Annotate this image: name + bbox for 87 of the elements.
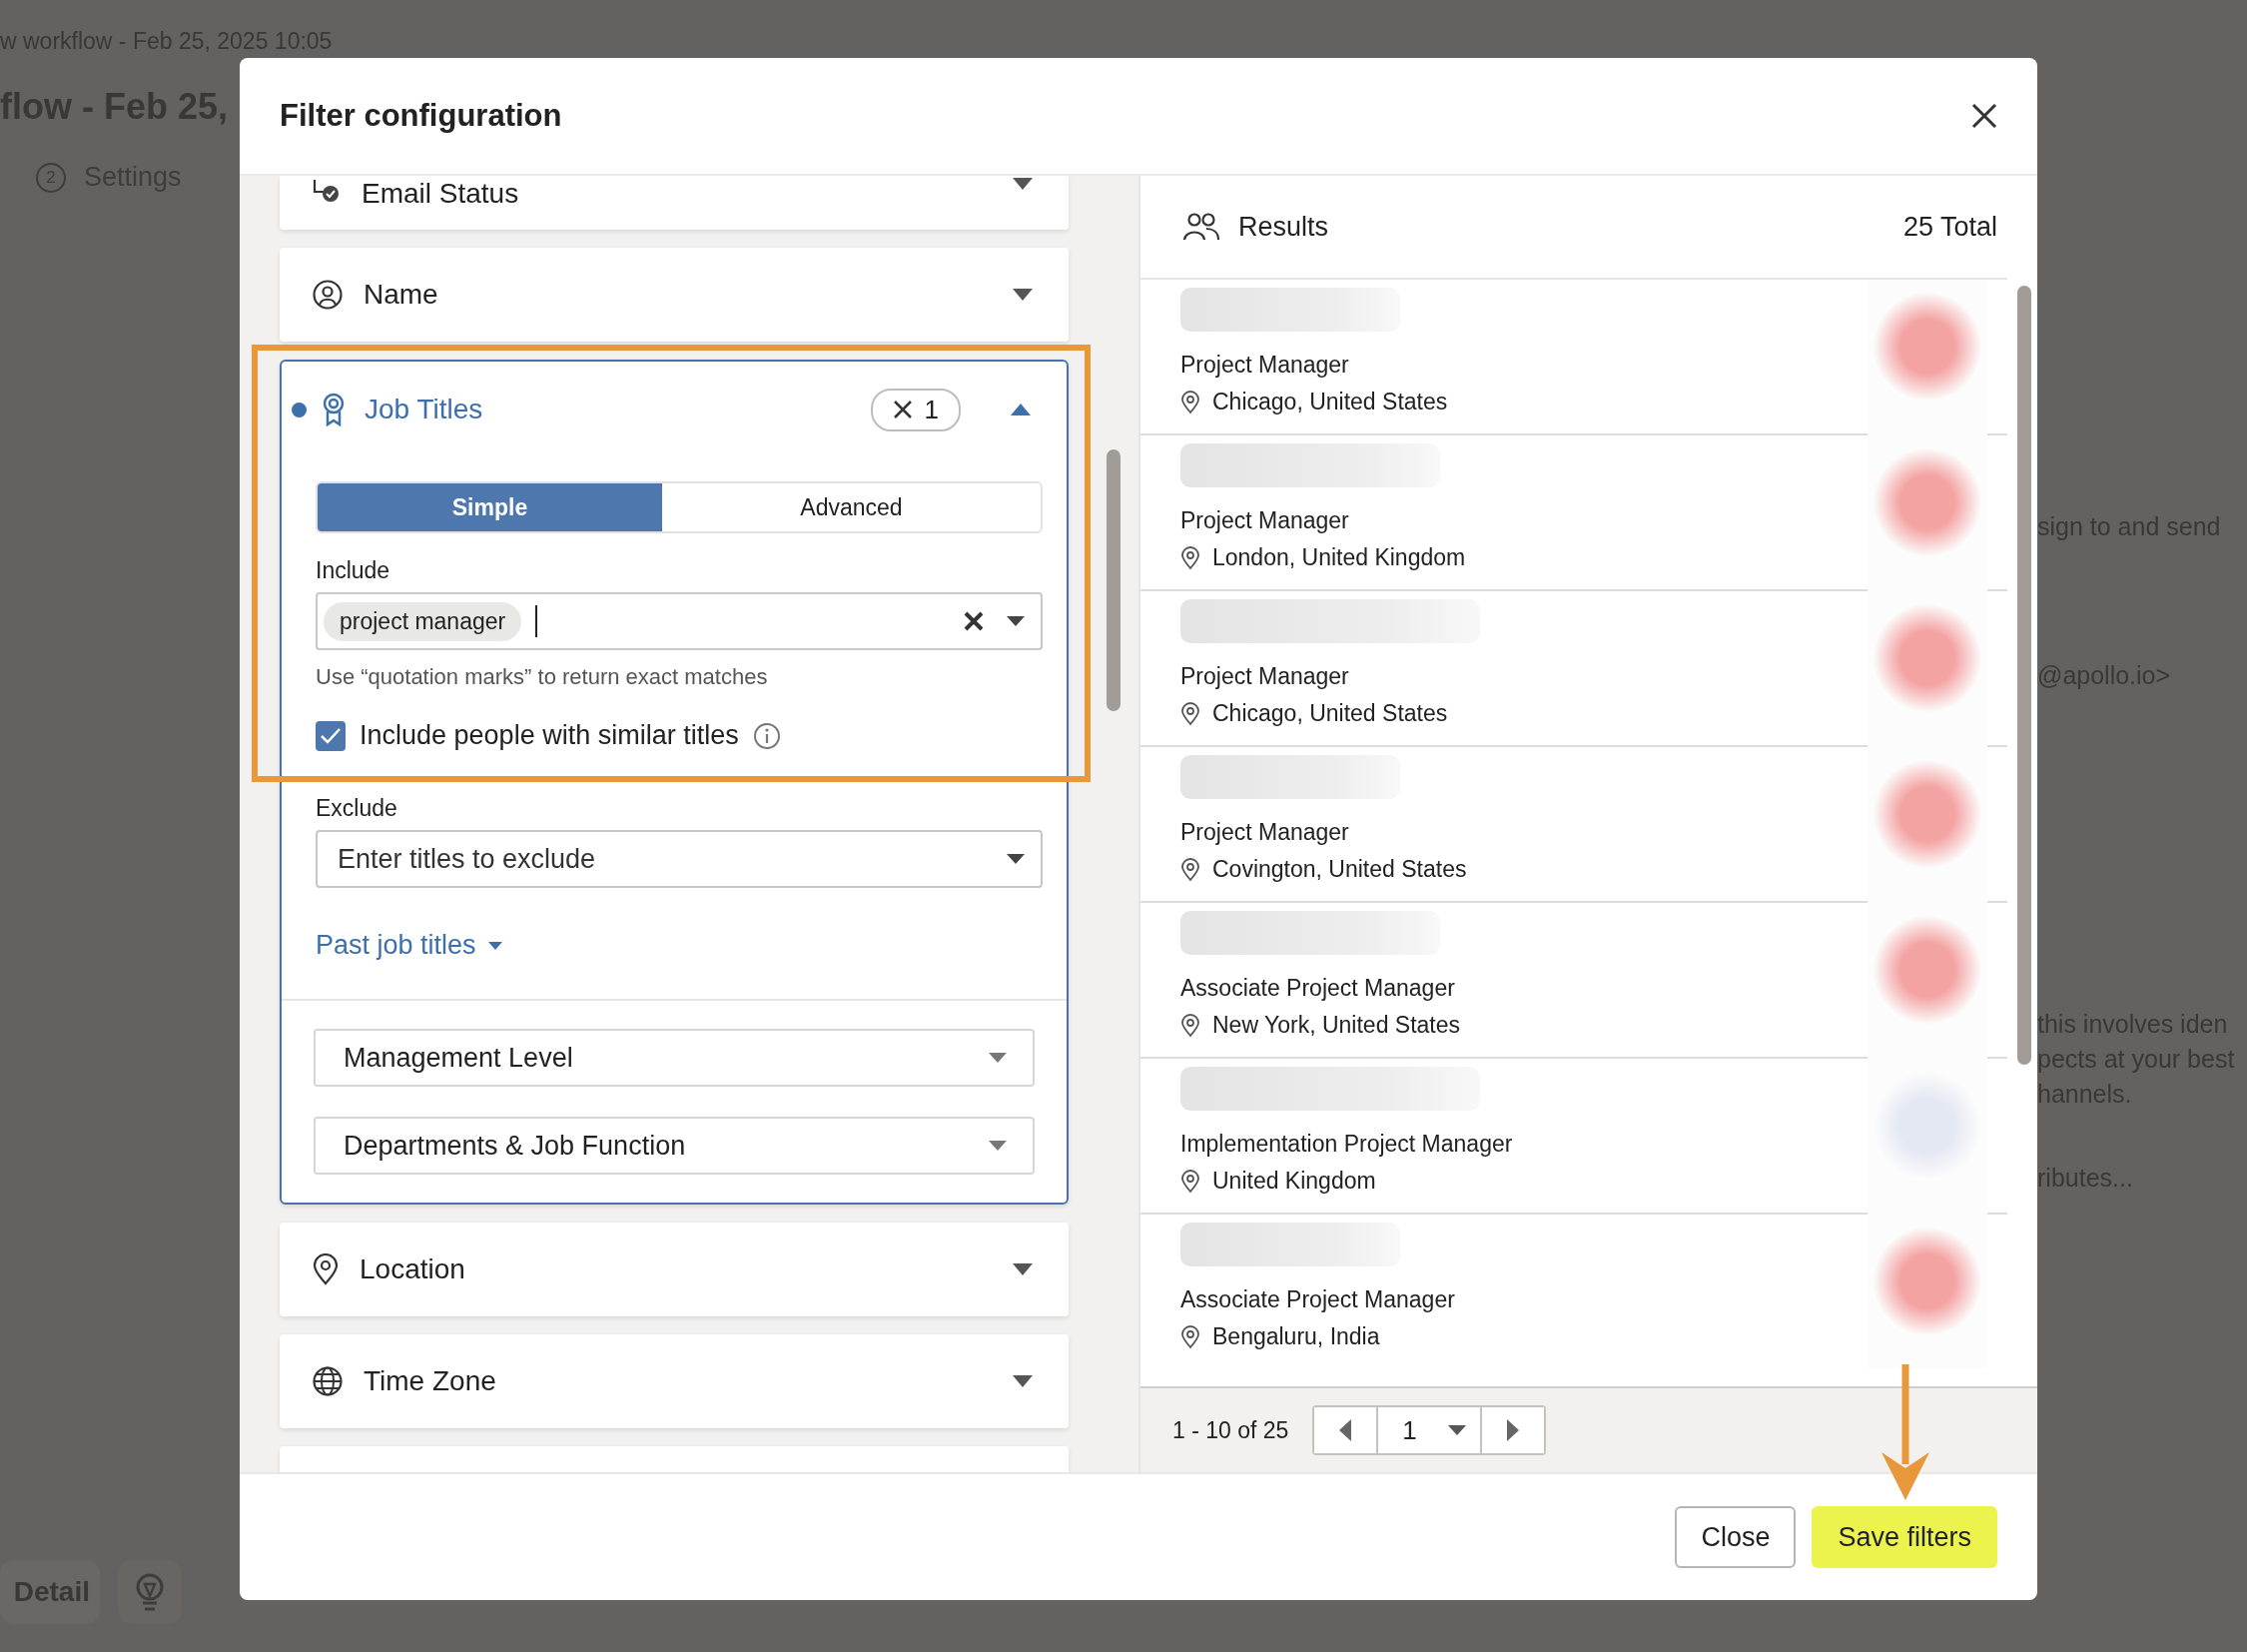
active-dot xyxy=(292,402,307,417)
pin-icon xyxy=(1180,1169,1200,1194)
pin-icon xyxy=(1180,1013,1200,1038)
info-icon[interactable] xyxy=(752,721,781,750)
filter-card[interactable]: Name xyxy=(280,248,1069,342)
dropdown-field[interactable]: Departments & Job Function xyxy=(314,1117,1035,1175)
caret-down-icon xyxy=(1448,1425,1467,1435)
results-title: Results xyxy=(1238,211,1329,243)
dropdown-field[interactable]: Management Level xyxy=(314,1029,1035,1087)
field-label: Exclude xyxy=(316,795,398,822)
location-text: Bengaluru, India xyxy=(1212,1323,1380,1350)
result-row[interactable]: Project Manager Chicago, United States xyxy=(1140,280,2007,435)
caret-down-icon xyxy=(1013,1375,1033,1387)
text-cursor xyxy=(535,605,538,637)
left-arrow-icon xyxy=(1339,1419,1352,1441)
pin-icon xyxy=(1180,545,1200,570)
person-icon xyxy=(312,279,344,311)
page-range: 1 - 10 of 25 xyxy=(1172,1416,1289,1444)
result-row[interactable]: Associate Project Manager Bengaluru, India xyxy=(1140,1215,2007,1368)
close-button[interactable]: Close xyxy=(1675,1506,1797,1568)
location-text: New York, United States xyxy=(1212,1012,1461,1039)
results-total: 25 Total xyxy=(1902,211,1997,243)
filter-card[interactable]: Location xyxy=(280,1223,1069,1316)
pin-icon xyxy=(1180,390,1200,414)
caret-down-icon xyxy=(1013,289,1033,301)
count-badge[interactable]: 1 xyxy=(870,388,961,431)
filter-card[interactable]: Time Zone xyxy=(280,1334,1069,1428)
filter-label: Email Status xyxy=(362,178,520,210)
close-icon xyxy=(1971,103,1997,129)
document-check-icon xyxy=(312,178,342,204)
caret-down-icon xyxy=(1013,178,1033,190)
job-title: Project Manager xyxy=(1180,819,1350,846)
filter-label: Time Zone xyxy=(364,1365,497,1397)
pin-icon xyxy=(1180,1324,1200,1349)
caret-down-icon xyxy=(487,941,502,950)
pin-icon xyxy=(1180,701,1200,726)
hint-text: Use “quotation marks” to return exact matches xyxy=(316,664,769,690)
caret-down-icon xyxy=(989,1141,1007,1151)
caret-up-icon[interactable] xyxy=(1011,404,1031,415)
pin-icon xyxy=(1180,857,1200,882)
caret-down-icon xyxy=(1013,1263,1033,1275)
job-title: Associate Project Manager xyxy=(1180,1286,1456,1313)
result-row[interactable]: Project Manager Chicago, United States xyxy=(1140,591,2007,747)
caret-down-icon xyxy=(989,1053,1007,1063)
include-field[interactable]: project manager xyxy=(316,592,1043,650)
clear-icon[interactable] xyxy=(963,610,985,632)
globe-icon xyxy=(312,1365,344,1397)
job-title: Project Manager xyxy=(1180,663,1350,690)
save-button[interactable]: Save filters xyxy=(1812,1506,1997,1568)
mode-tab[interactable]: Simple xyxy=(318,483,662,531)
people-icon xyxy=(1182,212,1220,242)
exclude-field[interactable]: Enter titles to exclude xyxy=(316,830,1043,888)
checkbox-label[interactable]: Include people with similar titles xyxy=(360,720,739,751)
location-text: United Kingdom xyxy=(1212,1168,1376,1195)
filter-label[interactable]: Job Titles xyxy=(365,394,857,425)
filter-label: Location xyxy=(360,1253,466,1285)
right-arrow-icon xyxy=(1507,1419,1520,1441)
scrollbar-thumb[interactable] xyxy=(2017,286,2031,1065)
caret-down-icon[interactable] xyxy=(1007,616,1025,626)
past-titles-link[interactable]: Past job titles xyxy=(316,930,1043,961)
tag-chip[interactable]: project manager xyxy=(324,601,522,641)
location-text: Chicago, United States xyxy=(1212,389,1448,415)
count-text: 1 xyxy=(924,394,939,425)
award-icon xyxy=(321,393,347,426)
job-title: Associate Project Manager xyxy=(1180,975,1456,1002)
location-text: Chicago, United States xyxy=(1212,700,1448,727)
page-select[interactable]: 1 xyxy=(1376,1407,1483,1453)
result-row[interactable]: Project Manager Covington, United States xyxy=(1140,747,2007,903)
job-title: Implementation Project Manager xyxy=(1180,1131,1514,1158)
close-button[interactable] xyxy=(1971,103,1997,129)
scrollbar-thumb[interactable] xyxy=(1107,449,1121,711)
check-icon xyxy=(320,726,342,745)
close-icon xyxy=(892,400,913,419)
location-text: London, United Kingdom xyxy=(1212,544,1466,571)
dialog-title: Filter configuration xyxy=(280,98,563,134)
filter-label: Name xyxy=(364,279,439,311)
result-row[interactable]: Implementation Project Manager United Kingdom xyxy=(1140,1059,2007,1215)
result-row[interactable]: Project Manager London, United Kingdom xyxy=(1140,435,2007,591)
pin-icon xyxy=(312,1253,340,1285)
job-title: Project Manager xyxy=(1180,352,1350,379)
result-row[interactable]: Associate Project Manager New York, United States xyxy=(1140,903,2007,1059)
location-text: Covington, United States xyxy=(1212,856,1467,883)
job-title: Project Manager xyxy=(1180,507,1350,534)
filter-card[interactable]: Email Status xyxy=(280,176,1069,230)
field-label: Include xyxy=(316,557,391,584)
caret-down-icon[interactable] xyxy=(1007,854,1025,864)
checkbox[interactable] xyxy=(316,720,346,751)
